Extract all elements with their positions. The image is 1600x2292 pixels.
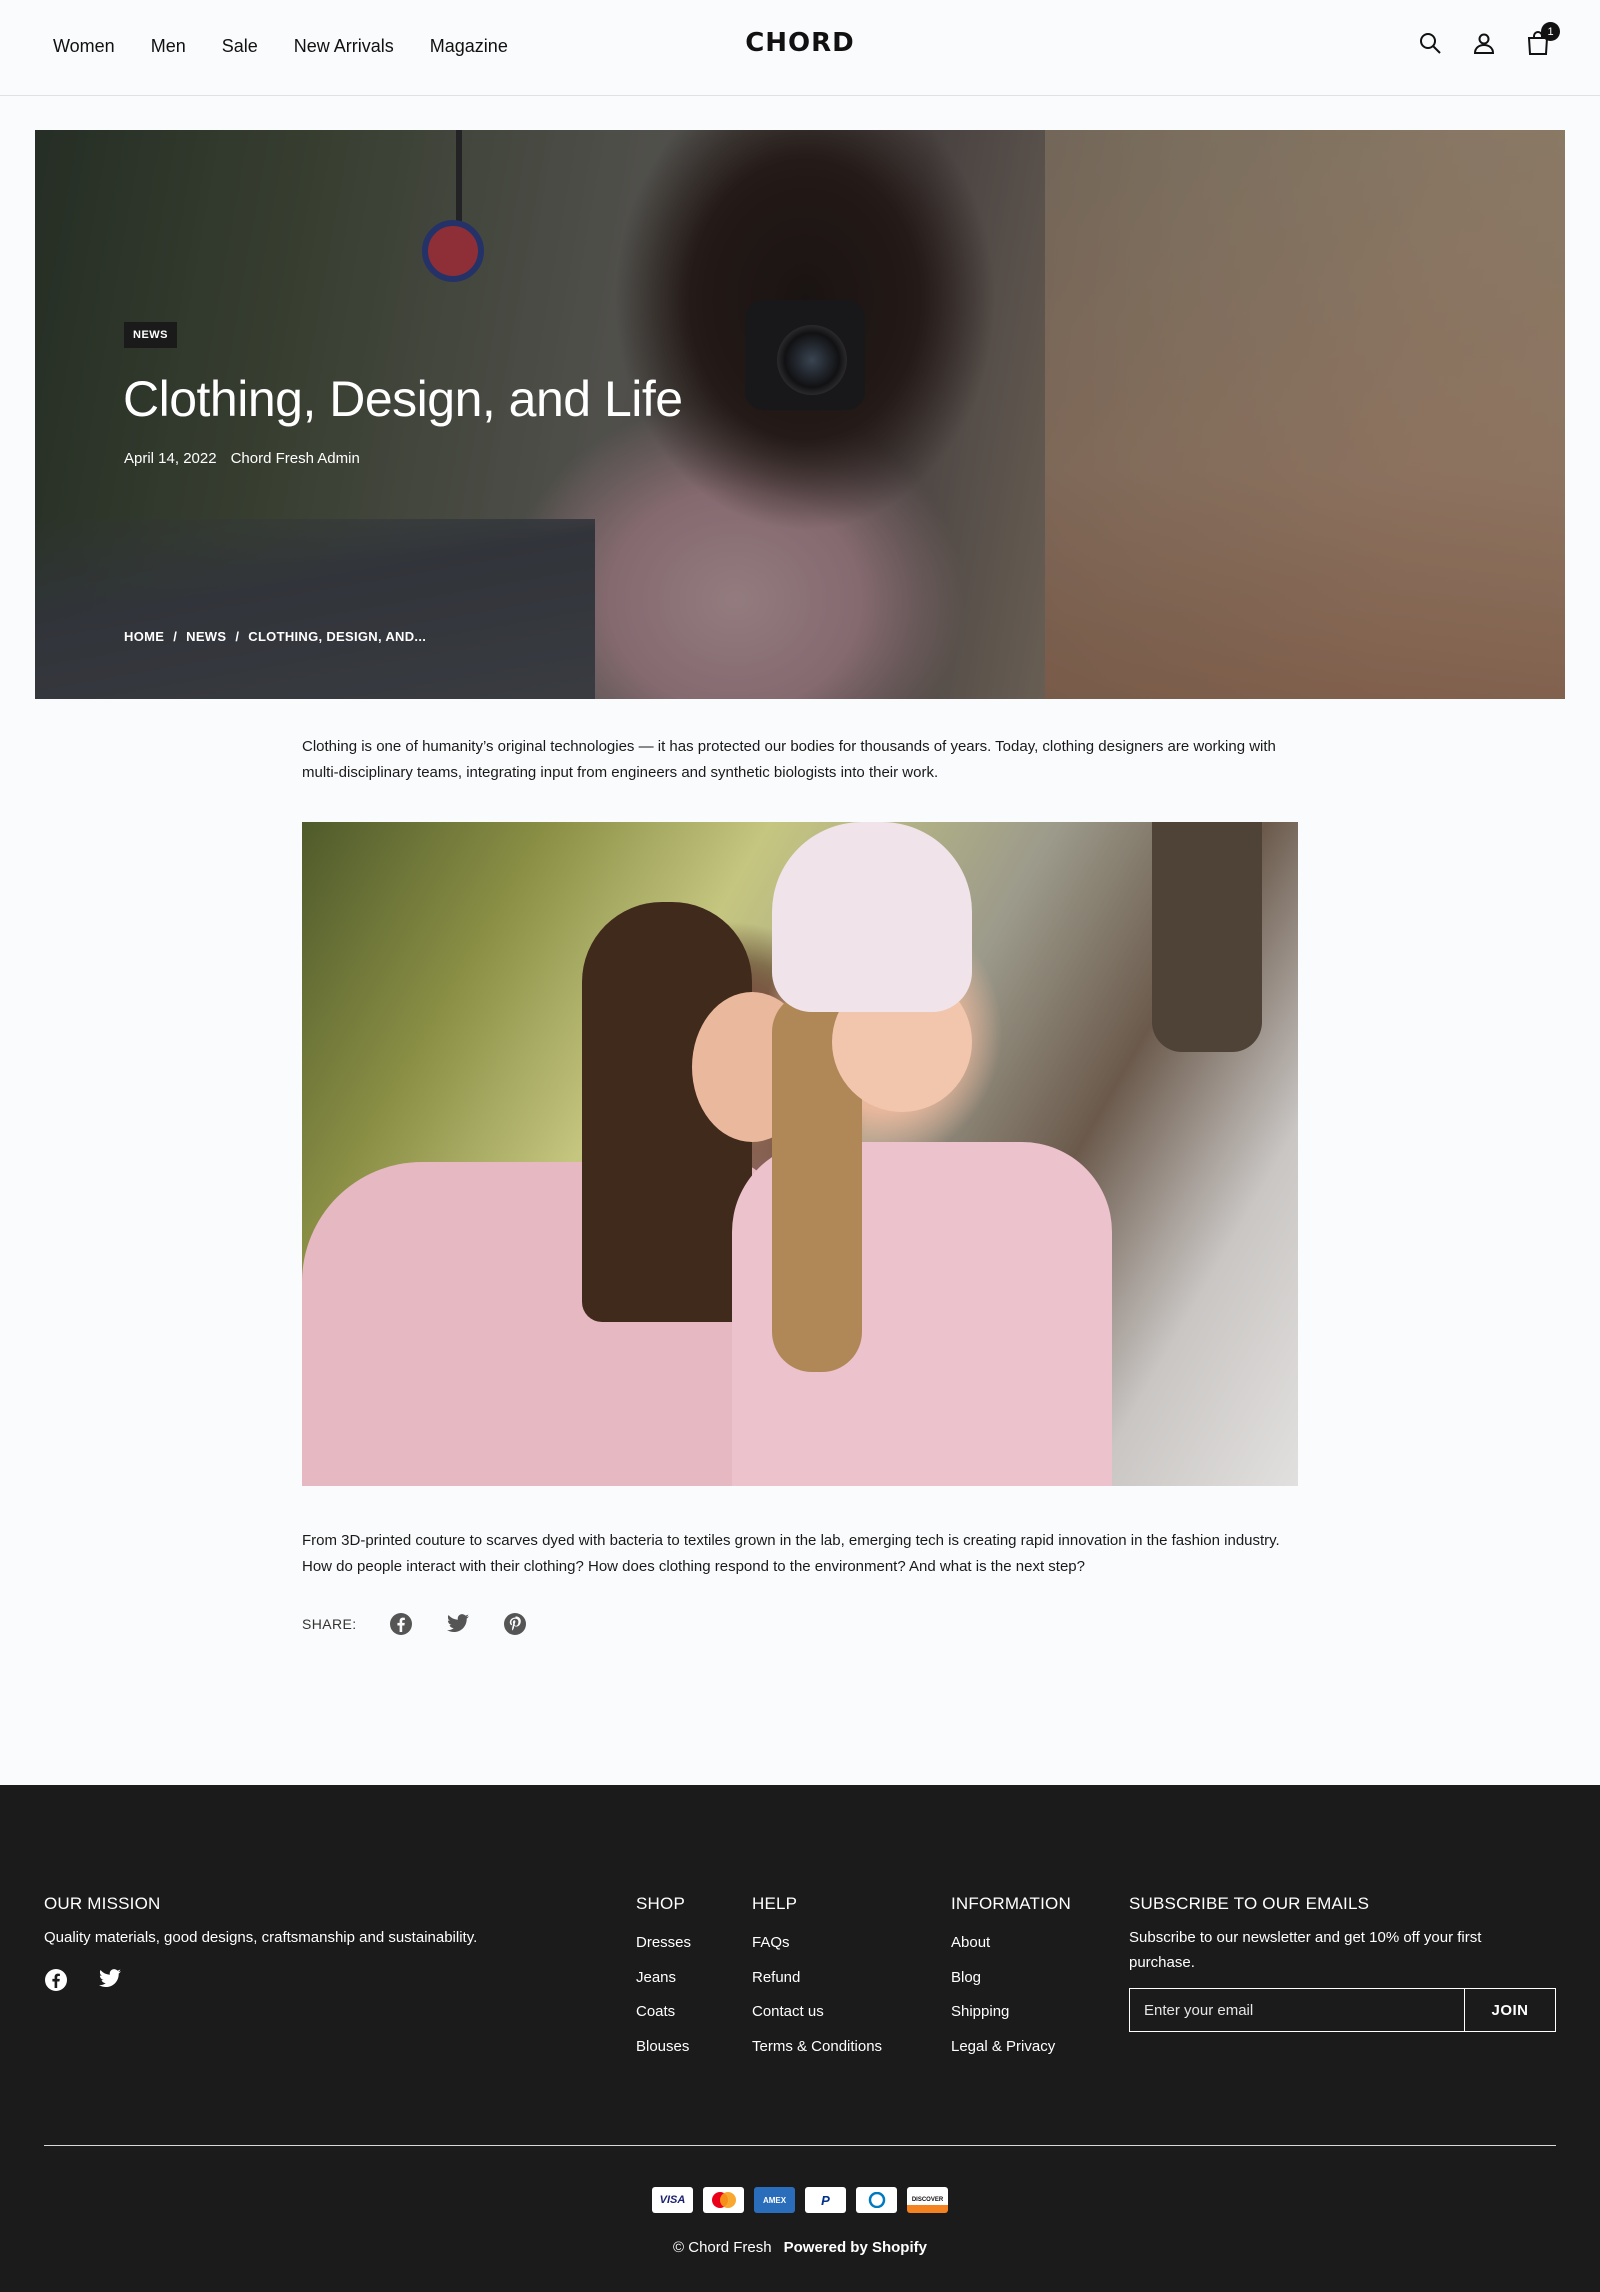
diners-icon <box>856 2187 897 2213</box>
nav-men[interactable]: Men <box>151 36 186 57</box>
site-logo[interactable]: CHORD <box>745 28 855 58</box>
article-title: Clothing, Design, and Life <box>123 371 683 427</box>
twitter-icon[interactable] <box>98 1968 122 1997</box>
share-bar: SHARE: <box>302 1611 559 1637</box>
footer-link-contact[interactable]: Contact us <box>752 2003 882 2038</box>
copyright-text: © Chord Fresh <box>673 2239 772 2256</box>
discover-icon: DISCOVER <box>907 2187 948 2213</box>
email-field[interactable] <box>1130 1989 1465 2031</box>
article-intro: Clothing is one of humanity’s original t… <box>302 738 1276 781</box>
payment-icons: VISA AMEX P DISCOVER <box>0 2187 1600 2213</box>
footer-link-terms[interactable]: Terms & Conditions <box>752 2038 882 2073</box>
hero-banner: NEWS Clothing, Design, and Life April 14… <box>35 130 1565 699</box>
image-girl-hat <box>772 822 972 1012</box>
header-icons: 1 <box>1416 22 1560 58</box>
twitter-icon[interactable] <box>445 1611 471 1637</box>
facebook-icon[interactable] <box>44 1968 68 1997</box>
breadcrumb: HOME / NEWS / CLOTHING, DESIGN, AND... <box>124 629 426 644</box>
cart-icon[interactable]: 1 <box>1524 22 1560 58</box>
subscribe-text: Subscribe to our newsletter and get 10% … <box>1129 1929 1482 1971</box>
footer-link-coats[interactable]: Coats <box>636 2003 691 2038</box>
shop-heading: SHOP <box>636 1894 685 1913</box>
breadcrumb-separator: / <box>235 629 240 644</box>
share-label: SHARE: <box>302 1616 357 1632</box>
nav-magazine[interactable]: Magazine <box>430 36 508 57</box>
nav-women[interactable]: Women <box>53 36 115 57</box>
breadcrumb-current: CLOTHING, DESIGN, AND... <box>248 629 427 644</box>
pinterest-icon[interactable] <box>502 1611 528 1637</box>
footer-divider <box>44 2145 1556 2146</box>
image-tree <box>1152 822 1262 1052</box>
footer-link-about[interactable]: About <box>951 1934 1055 1969</box>
cart-count-badge: 1 <box>1541 22 1560 41</box>
amex-icon: AMEX <box>754 2187 795 2213</box>
breadcrumb-separator: / <box>173 629 178 644</box>
hero-content: NEWS Clothing, Design, and Life April 14… <box>35 130 1565 699</box>
main-nav: Women Men Sale New Arrivals Magazine <box>53 0 508 92</box>
nav-sale[interactable]: Sale <box>222 36 258 57</box>
category-badge[interactable]: NEWS <box>124 322 177 348</box>
article-body: From 3D-printed couture to scarves dyed … <box>302 1532 1280 1575</box>
footer-link-shipping[interactable]: Shipping <box>951 2003 1055 2038</box>
subscribe-heading: SUBSCRIBE TO OUR EMAILS <box>1129 1894 1370 1913</box>
join-button[interactable]: JOIN <box>1465 1989 1555 2031</box>
paypal-icon: P <box>805 2187 846 2213</box>
information-heading: INFORMATION <box>951 1894 1071 1913</box>
footer-link-jeans[interactable]: Jeans <box>636 1969 691 2004</box>
subscribe-form: JOIN <box>1129 1988 1556 2032</box>
mastercard-icon <box>703 2187 744 2213</box>
information-links: About Blog Shipping Legal & Privacy <box>951 1934 1055 2072</box>
help-heading: HELP <box>752 1894 798 1913</box>
site-header: Women Men Sale New Arrivals Magazine CHO… <box>0 0 1600 96</box>
footer-link-dresses[interactable]: Dresses <box>636 1934 691 1969</box>
article-date: April 14, 2022 <box>124 450 217 467</box>
breadcrumb-news[interactable]: NEWS <box>186 629 226 644</box>
shop-links: Dresses Jeans Coats Blouses <box>636 1934 691 2072</box>
mission-heading: OUR MISSION <box>44 1894 161 1913</box>
visa-icon: VISA <box>652 2187 693 2213</box>
site-footer: OUR MISSION Quality materials, good desi… <box>0 1785 1600 2292</box>
article-meta: April 14, 2022 Chord Fresh Admin <box>124 450 360 467</box>
footer-link-legal[interactable]: Legal & Privacy <box>951 2038 1055 2073</box>
nav-new-arrivals[interactable]: New Arrivals <box>294 36 394 57</box>
mission-text: Quality materials, good designs, craftsm… <box>44 1929 478 1946</box>
article-image <box>302 822 1298 1486</box>
help-links: FAQs Refund Contact us Terms & Condition… <box>752 1934 882 2072</box>
breadcrumb-home[interactable]: HOME <box>124 629 164 644</box>
footer-link-blog[interactable]: Blog <box>951 1969 1055 2004</box>
facebook-icon[interactable] <box>388 1611 414 1637</box>
account-icon[interactable] <box>1470 28 1498 58</box>
search-icon[interactable] <box>1416 28 1444 58</box>
footer-social <box>44 1968 122 1997</box>
footer-link-faqs[interactable]: FAQs <box>752 1934 882 1969</box>
powered-by-link[interactable]: Powered by Shopify <box>784 2239 927 2256</box>
footer-link-refund[interactable]: Refund <box>752 1969 882 2004</box>
footer-link-blouses[interactable]: Blouses <box>636 2038 691 2073</box>
copyright: © Chord Fresh Powered by Shopify <box>0 2239 1600 2256</box>
article-author: Chord Fresh Admin <box>230 450 360 467</box>
